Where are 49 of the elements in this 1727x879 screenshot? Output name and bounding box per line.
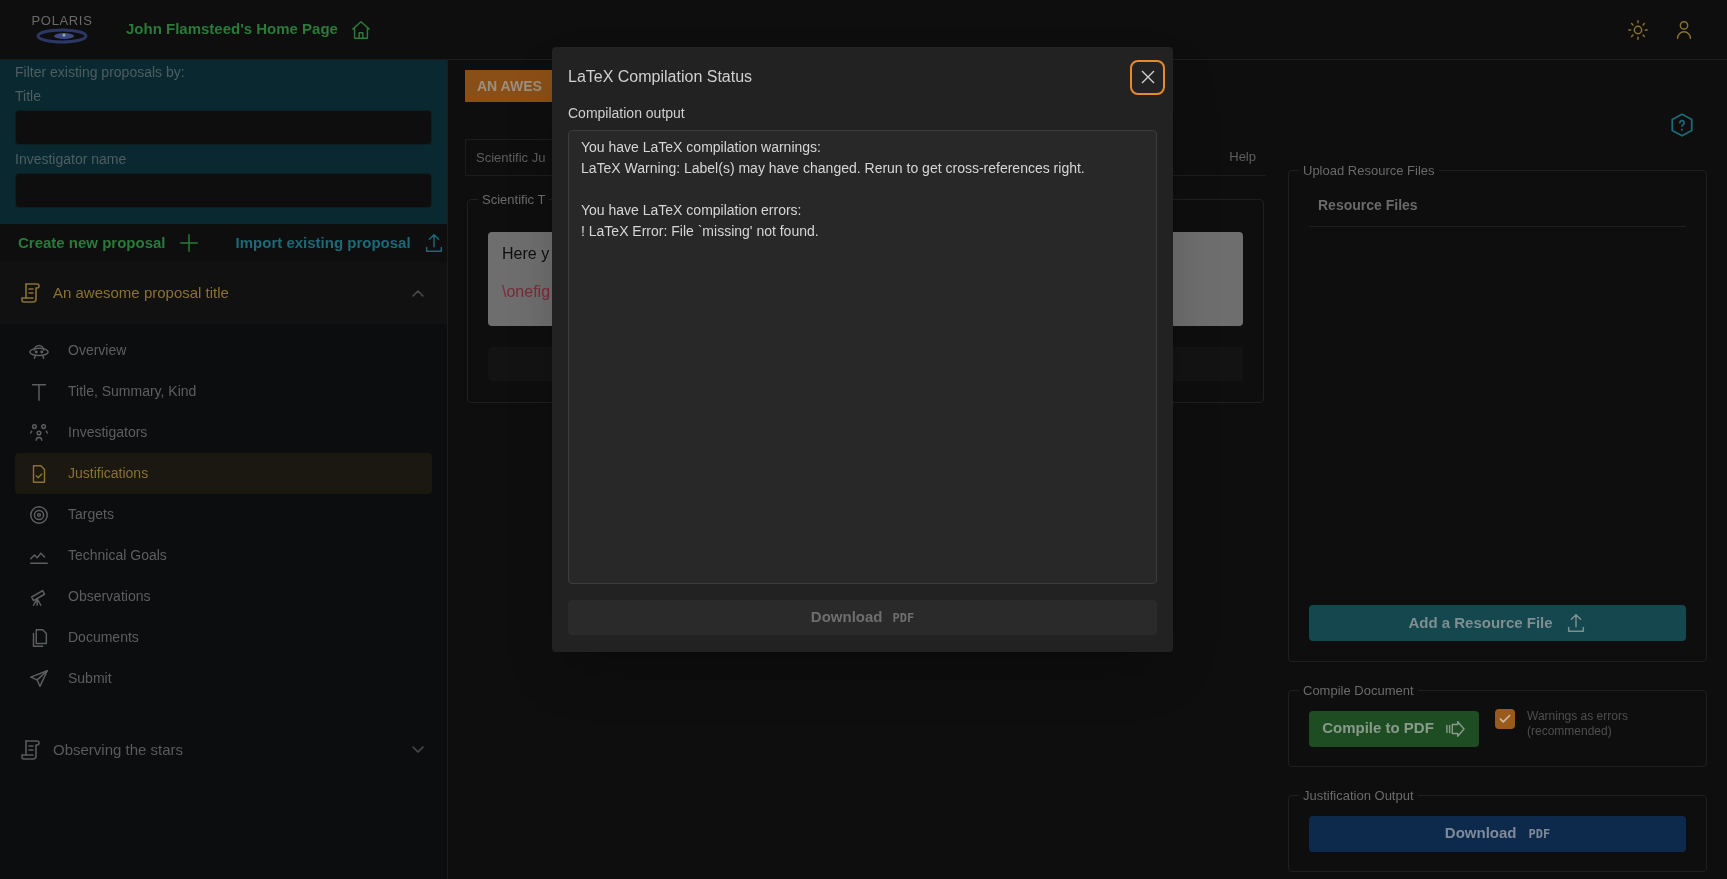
field-label: Investigator name — [15, 150, 128, 168]
filter-field[interactable] — [15, 173, 432, 208]
nav-item[interactable]: Submit — [15, 658, 432, 699]
filter-field[interactable] — [15, 110, 432, 145]
home-icon[interactable] — [349, 18, 372, 41]
proposal-header[interactable]: Observing the stars — [0, 719, 447, 781]
nav-item[interactable]: Technical Goals — [15, 535, 432, 576]
latex-command: \onefig — [502, 282, 552, 302]
close-icon — [1139, 69, 1156, 85]
chevron-up-icon — [412, 289, 424, 297]
field-label: Title — [15, 87, 42, 105]
checkbox[interactable] — [1495, 708, 1515, 729]
nav-item[interactable]: Observations — [15, 576, 432, 617]
target-icon — [28, 503, 50, 526]
scroll-icon — [19, 738, 43, 762]
nav-item[interactable]: Overview — [15, 330, 432, 371]
nav-item[interactable]: Justifications — [15, 453, 432, 494]
download-button[interactable]: Download PDF — [1309, 815, 1686, 852]
filter-heading: Filter existing proposals by: — [15, 63, 186, 82]
send-icon — [28, 667, 50, 690]
home-link[interactable]: John Flamsteed's Home Page — [126, 18, 338, 41]
sun-icon[interactable] — [1627, 18, 1649, 41]
help-icon[interactable] — [1669, 112, 1695, 138]
column-header: Resource Files — [1318, 197, 1418, 213]
scroll-icon — [19, 281, 43, 305]
create-proposal-button[interactable]: Create new proposal — [18, 231, 200, 255]
plus-icon — [177, 232, 200, 254]
editor-text: Here y — [502, 244, 551, 264]
checkbox-label: Warnings as errors (recommended) — [1527, 708, 1629, 739]
output-field[interactable]: You have LaTeX compilation warnings: LaTeX Warning: Label(s) may have changed. Rerun to get cross-references right. You have LaTeX compilation errors: ! LaTeX Error: File `missing' not found. — [568, 130, 1157, 584]
nav-item[interactable]: Documents — [15, 617, 432, 658]
compile-button[interactable]: Compile to PDF — [1309, 710, 1479, 747]
chevron-down-icon — [412, 746, 424, 754]
import-proposal-button[interactable]: Import existing proposal — [235, 231, 445, 255]
logo[interactable]: POLARIS — [32, 14, 92, 45]
output-label: Compilation output — [568, 104, 686, 123]
arrow-right-icon — [1443, 719, 1466, 738]
proposal-title: An awesome proposal title — [53, 282, 229, 303]
proposal-badge: AN AWES — [465, 70, 552, 102]
close-button[interactable] — [1130, 59, 1165, 95]
proposal-title: Observing the stars — [53, 739, 184, 760]
add-resource-button[interactable]: Add a Resource File — [1309, 605, 1686, 641]
dialog-title: LaTeX Compilation Status — [568, 67, 753, 87]
people-icon — [28, 421, 50, 444]
nav-item[interactable]: Investigators — [15, 412, 432, 453]
nav-item[interactable]: Targets — [15, 494, 432, 535]
tab[interactable]: Help — [1219, 139, 1266, 175]
proposal-header[interactable]: An awesome proposal title — [0, 262, 447, 324]
nav-item[interactable]: Title, Summary, Kind — [15, 371, 432, 412]
